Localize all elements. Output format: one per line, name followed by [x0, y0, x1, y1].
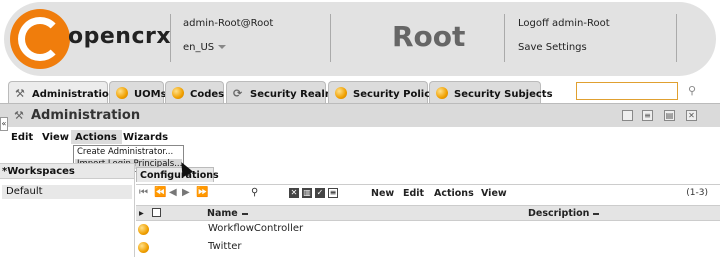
first-page-icon[interactable]: ⏮ [139, 187, 148, 198]
tab-label: Codes [190, 89, 225, 100]
header-divider [170, 14, 171, 62]
search-icon[interactable]: ⚲ [251, 187, 258, 198]
column-description-label: Description [528, 208, 590, 219]
logoff-link[interactable]: Logoff admin-Root [518, 18, 610, 29]
logo-text: opencrx [68, 24, 172, 49]
grid-view-button[interactable]: View [481, 188, 507, 199]
tab-administration[interactable]: ⚒ Administration [8, 81, 116, 103]
sort-icon [593, 212, 600, 215]
object-titlebar: ⚒ Administration [0, 103, 720, 127]
locale-select[interactable]: en_US [183, 42, 227, 53]
orb-icon [138, 242, 149, 253]
clear-filter-icon[interactable]: ✕ [289, 188, 299, 198]
grid-edit-button[interactable]: Edit [403, 188, 424, 199]
orb-icon [138, 224, 149, 235]
expand-rows-icon[interactable]: ▸ [139, 208, 144, 219]
tab-uoms[interactable]: UOMs [109, 81, 167, 103]
tab-label: UOMs [134, 89, 167, 100]
workspaces-header: *Workspaces [0, 163, 134, 179]
orb-icon [436, 87, 448, 99]
row-name[interactable]: Twitter [208, 241, 242, 252]
wrench-icon: ⚒ [15, 87, 25, 100]
tab-label: Security Realm [250, 89, 336, 100]
next-page-icon[interactable]: ▶ [182, 187, 190, 198]
orb-icon [116, 87, 128, 99]
header-divider [504, 14, 505, 62]
sort-icon [241, 212, 248, 215]
fast-forward-icon[interactable]: ⏩ [196, 187, 208, 198]
column-name-header[interactable]: Name [207, 208, 248, 219]
tab-security-realm[interactable]: ⟳ Security Realm [226, 81, 335, 103]
page-title-text: Administration [31, 108, 141, 123]
column-name-label: Name [207, 208, 238, 219]
menu-item-create-administrator[interactable]: Create Administrator... [77, 147, 173, 157]
panel-divider [134, 163, 135, 257]
search-icon[interactable]: ⚲ [688, 84, 696, 97]
search-field[interactable] [576, 82, 678, 100]
grid-new-button[interactable]: New [371, 188, 394, 199]
menu-wizards[interactable]: Wizards [123, 132, 168, 143]
toggle-columns-icon[interactable]: ▥ [302, 188, 312, 198]
tab-label: Administration [32, 89, 116, 100]
header-divider [676, 14, 677, 62]
menu-view[interactable]: View [42, 132, 69, 143]
prev-page-icon[interactable]: ◀ [169, 187, 177, 198]
fast-back-icon[interactable]: ⏪ [154, 187, 166, 198]
user-label: admin-Root@Root [183, 18, 274, 29]
header-divider [330, 14, 331, 62]
search-input[interactable] [577, 83, 677, 99]
collapse-left-icon[interactable]: « [0, 117, 8, 131]
grid-actions-button[interactable]: Actions [434, 188, 474, 199]
tab-label: Security Subjects [454, 89, 553, 100]
workspace-item-default[interactable]: Default [2, 185, 132, 199]
gear-icon: ⟳ [233, 87, 243, 100]
close-icon[interactable]: ✕ [686, 110, 697, 121]
app-header: opencrx admin-Root@Root en_US Root Logof… [4, 2, 716, 76]
row-name[interactable]: WorkflowController [208, 223, 303, 234]
grid-row-count: (1-3) [686, 188, 708, 198]
tab-codes[interactable]: Codes [165, 81, 224, 103]
list-view-icon[interactable]: ≡ [328, 188, 338, 198]
orb-icon [172, 87, 184, 99]
save-settings-link[interactable]: Save Settings [518, 42, 587, 53]
tab-security-subjects[interactable]: Security Subjects [429, 81, 553, 103]
print-icon[interactable]: ▤ [664, 110, 675, 121]
window-split-icon[interactable]: ≡ [642, 110, 653, 121]
page-title: ⚒ Administration [14, 108, 140, 123]
logo-mark [18, 17, 62, 61]
menu-actions[interactable]: Actions [75, 132, 117, 143]
segment-title: Root [392, 20, 466, 53]
tab-label: Security Policy [353, 89, 437, 100]
select-all-icon[interactable]: ✓ [315, 188, 325, 198]
window-restore-icon[interactable] [622, 110, 633, 121]
select-all-checkbox[interactable] [152, 208, 161, 217]
chevron-down-icon [218, 45, 227, 49]
tab-configurations[interactable]: Configurations [136, 167, 219, 182]
column-description-header[interactable]: Description [528, 208, 600, 219]
grid-toolbar [136, 184, 720, 202]
wrench-icon: ⚒ [14, 109, 24, 122]
locale-value: en_US [183, 42, 215, 53]
tab-security-policy[interactable]: Security Policy [328, 81, 437, 103]
menu-edit[interactable]: Edit [11, 132, 33, 143]
orb-icon [335, 87, 347, 99]
